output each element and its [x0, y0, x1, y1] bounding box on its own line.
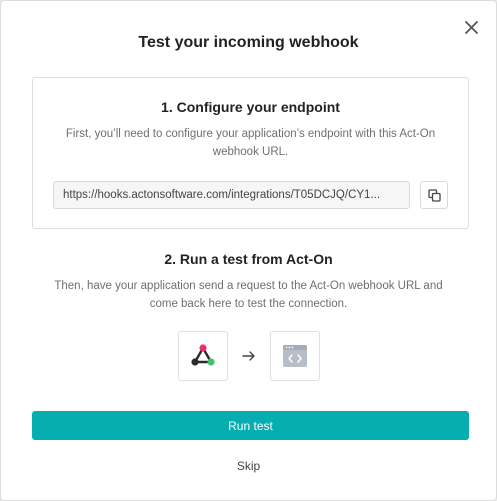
step2-title: 2. Run a test from Act-On	[164, 251, 333, 267]
webhook-url-row: https://hooks.actonsoftware.com/integrat…	[53, 181, 448, 209]
step1-title: 1. Configure your endpoint	[161, 99, 340, 115]
skip-link[interactable]: Skip	[1, 459, 496, 473]
run-test-section: 2. Run a test from Act-On Then, have you…	[1, 251, 496, 313]
webhook-test-dialog: Test your incoming webhook 1. Configure …	[0, 0, 497, 501]
copy-icon	[427, 188, 441, 202]
close-icon	[464, 20, 478, 34]
copy-url-button[interactable]	[420, 181, 448, 209]
run-test-button[interactable]: Run test	[32, 411, 469, 440]
webhook-source-box	[177, 331, 228, 381]
step1-description: First, you’ll need to configure your app…	[65, 128, 436, 158]
connection-diagram	[1, 331, 496, 381]
arrow-right-icon	[241, 349, 256, 363]
step2-description: Then, have your application send a reque…	[54, 280, 443, 310]
configure-endpoint-card: 1. Configure your endpoint First, you’ll…	[32, 77, 469, 229]
webhook-icon	[190, 344, 215, 366]
dialog-title: Test your incoming webhook	[138, 34, 359, 51]
webhook-url-field[interactable]: https://hooks.actonsoftware.com/integrat…	[53, 181, 410, 209]
code-window-icon	[282, 345, 307, 367]
application-target-box	[269, 331, 320, 381]
